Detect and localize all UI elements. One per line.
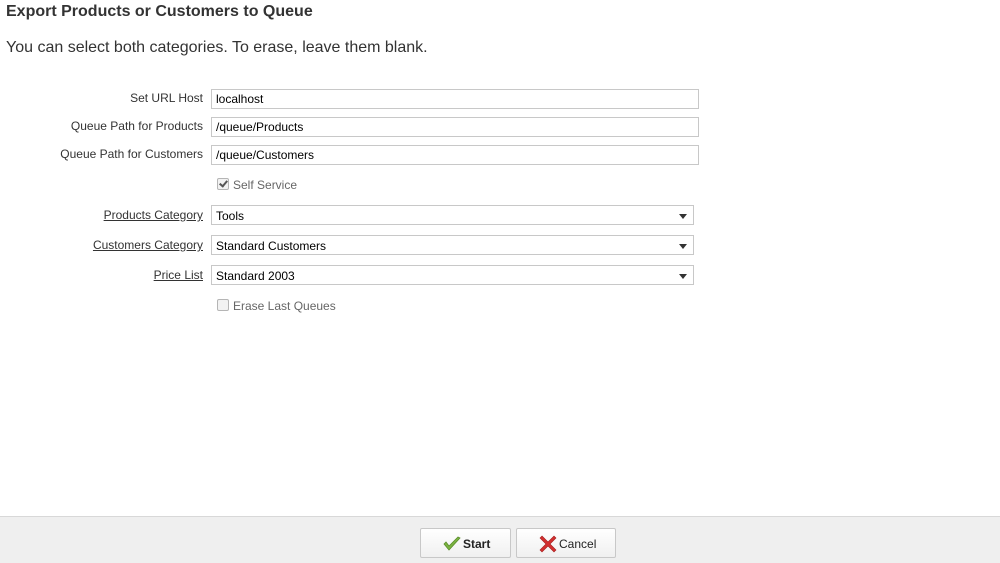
price-list-select[interactable]: Standard 2003 bbox=[211, 265, 694, 285]
page-subtitle: You can select both categories. To erase… bbox=[6, 39, 428, 56]
products-path-row: Queue Path for Products bbox=[0, 116, 1000, 137]
products-category-row: Products Category Tools bbox=[0, 205, 1000, 225]
checkmark-icon bbox=[443, 536, 461, 551]
cancel-button-label: Cancel bbox=[559, 537, 597, 551]
price-list-value: Standard 2003 bbox=[216, 269, 295, 283]
chevron-down-icon bbox=[679, 274, 687, 279]
erase-last-queues-label: Erase Last Queues bbox=[233, 299, 336, 313]
customers-category-link[interactable]: Customers Category bbox=[93, 235, 203, 255]
page-title: Export Products or Customers to Queue bbox=[6, 3, 313, 20]
self-service-label: Self Service bbox=[233, 178, 298, 192]
price-list-row: Price List Standard 2003 bbox=[0, 265, 1000, 285]
export-dialog: Export Products or Customers to Queue Yo… bbox=[0, 0, 1000, 563]
customers-category-row: Customers Category Standard Customers bbox=[0, 235, 1000, 255]
start-button[interactable]: Start bbox=[420, 528, 511, 558]
customers-path-row: Queue Path for Customers bbox=[0, 144, 1000, 165]
products-category-select[interactable]: Tools bbox=[211, 205, 694, 225]
chevron-down-icon bbox=[679, 214, 687, 219]
products-path-input[interactable] bbox=[211, 117, 699, 137]
erase-last-queues-checkbox[interactable] bbox=[217, 298, 229, 311]
dialog-footer: Start Cancel bbox=[0, 516, 1000, 563]
products-category-value: Tools bbox=[216, 209, 245, 223]
products-path-label: Queue Path for Products bbox=[70, 119, 203, 133]
chevron-down-icon bbox=[679, 244, 687, 249]
erase-last-queues-row[interactable]: Erase Last Queues bbox=[217, 298, 336, 314]
start-button-label: Start bbox=[463, 537, 491, 551]
products-category-link[interactable]: Products Category bbox=[104, 205, 203, 225]
customers-category-select[interactable]: Standard Customers bbox=[211, 235, 694, 255]
customers-path-label: Queue Path for Customers bbox=[60, 147, 203, 161]
price-list-link[interactable]: Price List bbox=[154, 265, 203, 285]
self-service-checkbox[interactable] bbox=[217, 177, 229, 190]
url-host-row: Set URL Host bbox=[0, 88, 1000, 109]
customers-category-value: Standard Customers bbox=[216, 239, 327, 253]
cancel-button[interactable]: Cancel bbox=[516, 528, 616, 558]
customers-path-input[interactable] bbox=[211, 145, 699, 165]
close-icon bbox=[539, 535, 557, 553]
self-service-row[interactable]: Self Service bbox=[217, 177, 297, 193]
url-host-label: Set URL Host bbox=[130, 91, 203, 105]
url-host-input[interactable] bbox=[211, 89, 699, 109]
